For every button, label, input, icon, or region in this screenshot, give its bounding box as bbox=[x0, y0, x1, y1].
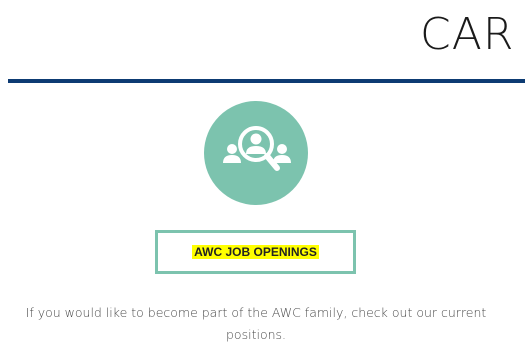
job-openings-description: If you would like to become part of the … bbox=[25, 305, 487, 342]
job-search-icon bbox=[204, 101, 308, 205]
page-title: CAR bbox=[420, 9, 515, 60]
job-openings-button-label: AWC JOB OPENINGS bbox=[192, 245, 319, 259]
job-openings-button[interactable]: AWC JOB OPENINGS bbox=[155, 230, 356, 274]
job-search-people-icon bbox=[223, 126, 291, 171]
heading-divider bbox=[8, 79, 525, 83]
